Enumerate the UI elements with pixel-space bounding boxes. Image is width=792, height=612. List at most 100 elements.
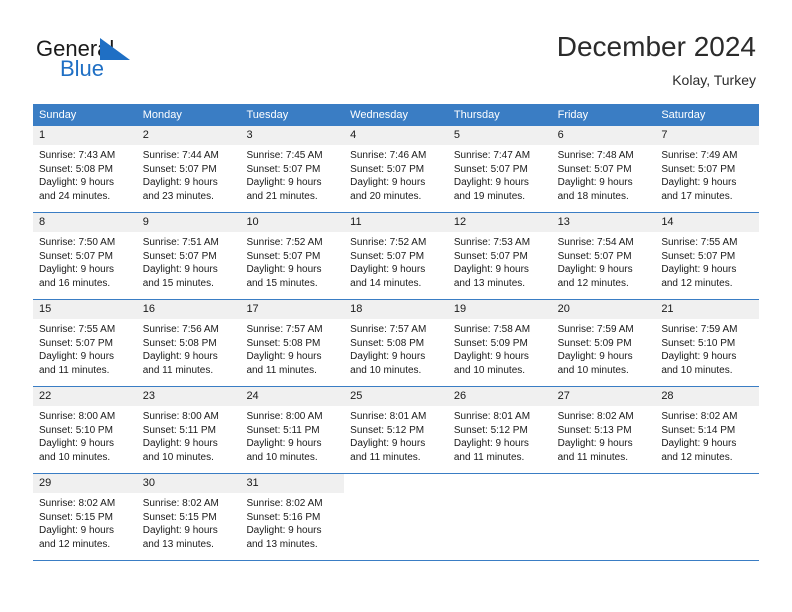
- day-number: 25: [344, 387, 448, 406]
- day-cell[interactable]: 20 Sunrise: 7:59 AM Sunset: 5:09 PM Dayl…: [551, 300, 656, 386]
- day-details: Sunrise: 7:57 AM Sunset: 5:08 PM Dayligh…: [344, 319, 448, 381]
- sunrise-text: Sunrise: 8:01 AM: [453, 411, 531, 422]
- sunset-text: Sunset: 5:08 PM: [350, 337, 425, 349]
- day-cell[interactable]: 2 Sunrise: 7:44 AM Sunset: 5:07 PM Dayli…: [136, 126, 241, 212]
- page-header: General Blue December 2024 Kolay, Turkey: [0, 0, 792, 96]
- daylight-text-line2: and 15 minutes.: [246, 277, 318, 289]
- sunrise-text: Sunrise: 7:58 AM: [453, 324, 531, 335]
- day-cell[interactable]: 3 Sunrise: 7:45 AM Sunset: 5:07 PM Dayli…: [240, 126, 345, 212]
- day-cell[interactable]: 10 Sunrise: 7:52 AM Sunset: 5:07 PM Dayl…: [240, 213, 345, 299]
- day-number: 26: [447, 387, 552, 406]
- sunrise-text: Sunrise: 7:45 AM: [246, 150, 323, 161]
- day-cell[interactable]: 29 Sunrise: 8:02 AM Sunset: 5:15 PM Dayl…: [33, 474, 137, 560]
- day-cell[interactable]: 15 Sunrise: 7:55 AM Sunset: 5:07 PM Dayl…: [33, 300, 137, 386]
- page-title: December 2024: [556, 31, 756, 62]
- daylight-text-line2: and 11 minutes.: [246, 364, 317, 376]
- daylight-text-line2: and 13 minutes.: [142, 538, 214, 550]
- day-cell-empty: [447, 474, 552, 560]
- day-cell[interactable]: 28 Sunrise: 8:02 AM Sunset: 5:14 PM Dayl…: [655, 387, 760, 473]
- daylight-text-line1: Daylight: 9 hours: [39, 438, 115, 450]
- sunset-text: Sunset: 5:12 PM: [350, 424, 425, 436]
- day-number: 10: [240, 213, 345, 232]
- daylight-text-line2: and 23 minutes.: [142, 190, 214, 202]
- daylight-text-line1: Daylight: 9 hours: [557, 177, 633, 189]
- day-details: Sunrise: 8:00 AM Sunset: 5:11 PM Dayligh…: [240, 406, 344, 468]
- day-cell[interactable]: 4 Sunrise: 7:46 AM Sunset: 5:07 PM Dayli…: [344, 126, 448, 212]
- daylight-text-line2: and 17 minutes.: [661, 190, 733, 202]
- day-cell[interactable]: 14 Sunrise: 7:55 AM Sunset: 5:07 PM Dayl…: [655, 213, 760, 299]
- sunrise-text: Sunrise: 7:55 AM: [661, 237, 738, 248]
- daylight-text-line1: Daylight: 9 hours: [142, 438, 218, 450]
- daylight-text-line1: Daylight: 9 hours: [453, 438, 529, 450]
- day-cell[interactable]: 21 Sunrise: 7:59 AM Sunset: 5:10 PM Dayl…: [655, 300, 760, 386]
- sunrise-text: Sunrise: 7:43 AM: [39, 150, 116, 161]
- daylight-text-line2: and 12 minutes.: [39, 538, 111, 550]
- sunset-text: Sunset: 5:07 PM: [661, 250, 736, 262]
- day-details: Sunrise: 8:02 AM Sunset: 5:15 PM Dayligh…: [33, 493, 137, 555]
- day-cell[interactable]: 8 Sunrise: 7:50 AM Sunset: 5:07 PM Dayli…: [33, 213, 137, 299]
- day-cell[interactable]: 18 Sunrise: 7:57 AM Sunset: 5:08 PM Dayl…: [344, 300, 448, 386]
- day-cell[interactable]: 19 Sunrise: 7:58 AM Sunset: 5:09 PM Dayl…: [447, 300, 552, 386]
- day-details: Sunrise: 7:46 AM Sunset: 5:07 PM Dayligh…: [344, 145, 448, 207]
- day-cell[interactable]: 25 Sunrise: 8:01 AM Sunset: 5:12 PM Dayl…: [344, 387, 448, 473]
- sunrise-text: Sunrise: 7:52 AM: [350, 237, 427, 248]
- sunrise-text: Sunrise: 8:00 AM: [246, 411, 323, 422]
- day-number: 6: [551, 126, 656, 145]
- sunrise-text: Sunrise: 8:02 AM: [661, 411, 738, 422]
- day-cell[interactable]: 24 Sunrise: 8:00 AM Sunset: 5:11 PM Dayl…: [240, 387, 345, 473]
- day-details: Sunrise: 7:45 AM Sunset: 5:07 PM Dayligh…: [240, 145, 344, 207]
- daylight-text-line1: Daylight: 9 hours: [350, 177, 426, 189]
- sunset-text: Sunset: 5:08 PM: [142, 337, 217, 349]
- day-cell[interactable]: 9 Sunrise: 7:51 AM Sunset: 5:07 PM Dayli…: [136, 213, 241, 299]
- day-number: 7: [655, 126, 760, 145]
- day-cell[interactable]: 13 Sunrise: 7:54 AM Sunset: 5:07 PM Dayl…: [551, 213, 656, 299]
- sunrise-text: Sunrise: 8:02 AM: [39, 498, 116, 509]
- day-number: 16: [136, 300, 241, 319]
- daylight-text-line2: and 12 minutes.: [661, 277, 733, 289]
- daylight-text-line2: and 10 minutes.: [453, 364, 526, 376]
- sunrise-text: Sunrise: 7:50 AM: [39, 237, 116, 248]
- day-cell[interactable]: 16 Sunrise: 7:56 AM Sunset: 5:08 PM Dayl…: [136, 300, 241, 386]
- weekday-header-tuesday: Tuesday: [246, 109, 289, 121]
- day-cell[interactable]: 7 Sunrise: 7:49 AM Sunset: 5:07 PM Dayli…: [655, 126, 760, 212]
- sunset-text: Sunset: 5:10 PM: [661, 337, 736, 349]
- day-cell[interactable]: 17 Sunrise: 7:57 AM Sunset: 5:08 PM Dayl…: [240, 300, 345, 386]
- sunrise-text: Sunrise: 7:59 AM: [661, 324, 738, 335]
- sunrise-text: Sunrise: 7:46 AM: [350, 150, 427, 161]
- sunrise-text: Sunrise: 7:49 AM: [661, 150, 738, 161]
- weekday-header-sunday: Sunday: [39, 109, 77, 121]
- daylight-text-line2: and 11 minutes.: [350, 451, 421, 463]
- sunrise-text: Sunrise: 7:51 AM: [142, 237, 219, 248]
- day-details: Sunrise: 7:58 AM Sunset: 5:09 PM Dayligh…: [448, 319, 552, 381]
- day-number: 31: [240, 474, 345, 493]
- weekday-header-friday: Friday: [557, 109, 589, 121]
- sunrise-text: Sunrise: 8:02 AM: [557, 411, 634, 422]
- day-cell[interactable]: 30 Sunrise: 8:02 AM Sunset: 5:15 PM Dayl…: [136, 474, 241, 560]
- sunrise-text: Sunrise: 8:00 AM: [142, 411, 219, 422]
- day-number: 4: [344, 126, 448, 145]
- weekday-header-monday: Monday: [142, 109, 182, 121]
- day-cell[interactable]: 31 Sunrise: 8:02 AM Sunset: 5:16 PM Dayl…: [240, 474, 345, 560]
- day-cell-empty: [344, 474, 448, 560]
- sunset-text: Sunset: 5:15 PM: [39, 511, 113, 523]
- day-cell[interactable]: 11 Sunrise: 7:52 AM Sunset: 5:07 PM Dayl…: [344, 213, 448, 299]
- day-cell[interactable]: 27 Sunrise: 8:02 AM Sunset: 5:13 PM Dayl…: [551, 387, 656, 473]
- day-cell[interactable]: 23 Sunrise: 8:00 AM Sunset: 5:11 PM Dayl…: [136, 387, 241, 473]
- daylight-text-line2: and 15 minutes.: [142, 277, 214, 289]
- day-details: Sunrise: 7:53 AM Sunset: 5:07 PM Dayligh…: [448, 232, 552, 294]
- day-number: 24: [240, 387, 345, 406]
- day-cell[interactable]: 6 Sunrise: 7:48 AM Sunset: 5:07 PM Dayli…: [551, 126, 656, 212]
- day-cell[interactable]: 5 Sunrise: 7:47 AM Sunset: 5:07 PM Dayli…: [447, 126, 552, 212]
- day-cell[interactable]: 1 Sunrise: 7:43 AM Sunset: 5:08 PM Dayli…: [33, 126, 137, 212]
- day-number: [655, 474, 760, 493]
- daylight-text-line1: Daylight: 9 hours: [39, 264, 115, 276]
- sunrise-text: Sunrise: 7:59 AM: [557, 324, 634, 335]
- sunrise-text: Sunrise: 7:48 AM: [557, 150, 634, 161]
- day-cell[interactable]: 26 Sunrise: 8:01 AM Sunset: 5:12 PM Dayl…: [447, 387, 552, 473]
- day-number: 13: [551, 213, 656, 232]
- daylight-text-line1: Daylight: 9 hours: [661, 177, 737, 189]
- day-cell[interactable]: 22 Sunrise: 8:00 AM Sunset: 5:10 PM Dayl…: [33, 387, 137, 473]
- daylight-text-line2: and 14 minutes.: [350, 277, 422, 289]
- day-cell[interactable]: 12 Sunrise: 7:53 AM Sunset: 5:07 PM Dayl…: [447, 213, 552, 299]
- day-details: Sunrise: 7:47 AM Sunset: 5:07 PM Dayligh…: [448, 145, 552, 207]
